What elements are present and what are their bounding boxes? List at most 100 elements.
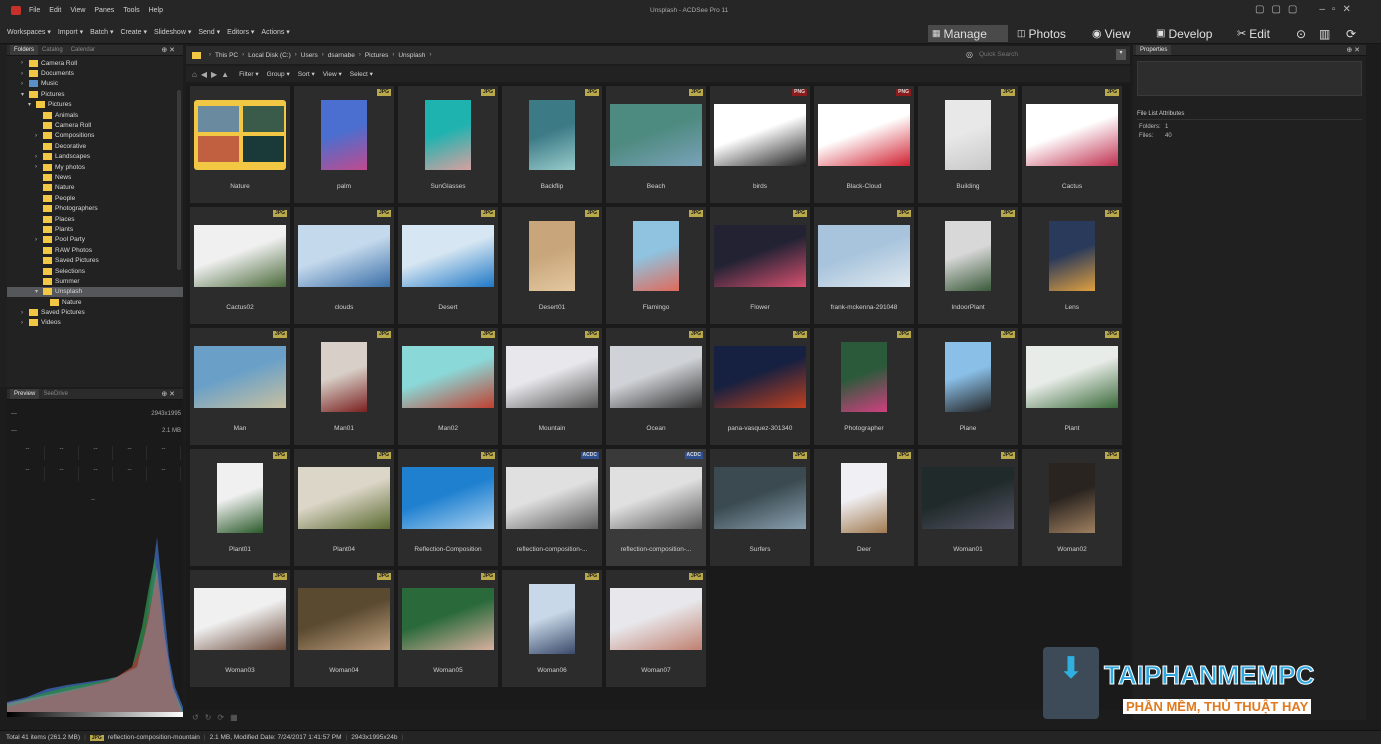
expand-icon[interactable]: ▾ <box>35 288 43 295</box>
thumbnail-item[interactable]: JPG Plant <box>1021 327 1123 446</box>
thumbnail-item[interactable]: JPG Woman04 <box>293 569 395 688</box>
expand-icon[interactable]: › <box>21 310 29 316</box>
thumbnail-item[interactable]: JPG Plant01 <box>189 448 291 567</box>
thumbnail-item[interactable]: JPG Plane <box>917 327 1019 446</box>
sync-icon[interactable]: ⟳ <box>1342 25 1360 42</box>
folder-tree-item[interactable]: › Pool Party <box>7 235 183 245</box>
thumbnail-item[interactable]: JPG Man <box>189 327 291 446</box>
thumbnail-item[interactable]: JPG clouds <box>293 206 395 325</box>
folder-tree-item[interactable]: › Documents <box>7 68 183 78</box>
folder-tree-item[interactable]: Animals <box>7 110 183 120</box>
menu-item-help[interactable]: Help <box>149 7 163 14</box>
expand-icon[interactable]: › <box>35 237 43 243</box>
thumbnail-item[interactable]: JPG Lens <box>1021 206 1123 325</box>
menu-item-edit[interactable]: Edit <box>49 7 61 14</box>
thumbnail-item[interactable]: JPG Desert <box>397 206 499 325</box>
thumbnail-item[interactable]: PNG Black-Cloud <box>813 85 915 204</box>
folder-tree-item[interactable]: Decorative <box>7 141 183 151</box>
breadcrumb-item[interactable]: Unsplash <box>398 52 425 59</box>
view-mode-icon[interactable]: ▦ <box>230 713 238 722</box>
expand-icon[interactable]: › <box>35 133 43 139</box>
thumbnail-item[interactable]: JPG Ocean <box>605 327 707 446</box>
menu-item-panes[interactable]: Panes <box>94 7 114 14</box>
toolbar-item[interactable]: Slideshow ▾ <box>154 28 191 36</box>
stats-icon[interactable]: ▥ <box>1315 25 1334 42</box>
thumbnail-item[interactable]: JPG Plant04 <box>293 448 395 567</box>
thumbnail-item[interactable]: JPG frank-mckenna-291048 <box>813 206 915 325</box>
folder-tree-item[interactable]: People <box>7 193 183 203</box>
tab-seedrive[interactable]: SeeDrive <box>39 389 72 399</box>
thumbnail-item[interactable]: JPG IndoorPlant <box>917 206 1019 325</box>
search-input[interactable] <box>978 49 1099 60</box>
breadcrumb-item[interactable]: Users <box>301 52 318 59</box>
breadcrumb-item[interactable]: Pictures <box>365 52 388 59</box>
mode-photos[interactable]: ◫ Photos <box>1013 25 1070 42</box>
breadcrumb-item[interactable]: Local Disk (C:) <box>248 52 291 59</box>
pin-icon[interactable]: ⊕ ✕ <box>161 390 175 398</box>
thumbnail-item[interactable]: JPG Woman05 <box>397 569 499 688</box>
toolbar-item[interactable]: Import ▾ <box>58 28 83 36</box>
thumbnail-item[interactable]: JPG palm <box>293 85 395 204</box>
refresh-icon[interactable]: ⟳ <box>217 713 224 722</box>
filter-menu-item[interactable]: Group ▾ <box>267 70 290 78</box>
folder-tree-item[interactable]: Saved Pictures <box>7 255 183 265</box>
menu-item-view[interactable]: View <box>70 7 85 14</box>
thumbnail-item[interactable]: JPG Building <box>917 85 1019 204</box>
maximize-icon[interactable]: ▫ <box>1332 4 1336 15</box>
thumbnail-item[interactable]: JPG Mountain <box>501 327 603 446</box>
thumbnail-item[interactable]: JPG Backflip <box>501 85 603 204</box>
thumbnail-item[interactable]: JPG SunGlasses <box>397 85 499 204</box>
folder-tree-item[interactable]: › Music <box>7 79 183 89</box>
home-icon[interactable]: ⌂ <box>192 70 197 79</box>
expand-icon[interactable]: › <box>21 71 29 77</box>
filter-menu-item[interactable]: View ▾ <box>323 70 342 78</box>
toolbar-item[interactable]: Batch ▾ <box>90 28 113 36</box>
menu-item-tools[interactable]: Tools <box>123 7 139 14</box>
filter-menu-item[interactable]: Sort ▾ <box>298 70 315 78</box>
up-icon[interactable]: ▲ <box>221 70 229 79</box>
thumbnail-item[interactable]: Nature <box>189 85 291 204</box>
folder-tree-item[interactable]: Camera Roll <box>7 120 183 130</box>
thumbnail-item[interactable]: JPG Cactus02 <box>189 206 291 325</box>
folder-tree-item[interactable]: › Videos <box>7 318 183 328</box>
thumbnail-item[interactable]: JPG Woman01 <box>917 448 1019 567</box>
folder-tree-item[interactable]: Places <box>7 214 183 224</box>
thumbnail-item[interactable]: JPG Woman07 <box>605 569 707 688</box>
thumbnail-item[interactable]: JPG pana-vasquez-301340 <box>709 327 811 446</box>
folder-tree-item[interactable]: ▾ Unsplash <box>7 286 183 297</box>
expand-icon[interactable]: › <box>21 60 29 66</box>
thumbnail-item[interactable]: PNG birds <box>709 85 811 204</box>
tab-folders[interactable]: Folders <box>10 45 39 55</box>
folder-tree-item[interactable]: ▾ Pictures <box>7 89 183 99</box>
rotate-right-icon[interactable]: ↻ <box>205 713 212 722</box>
thumbnail-item[interactable]: JPG Reflection-Composition <box>397 448 499 567</box>
breadcrumb-item[interactable]: dsarnabe <box>328 52 355 59</box>
thumbnail-item[interactable]: JPG Woman03 <box>189 569 291 688</box>
back-icon[interactable]: ◀ <box>201 70 207 79</box>
folder-tree-item[interactable]: News <box>7 172 183 182</box>
folder-tree-item[interactable]: Selections <box>7 266 183 276</box>
mode-edit[interactable]: ✂ Edit <box>1233 25 1274 42</box>
toolbar-item[interactable]: Workspaces ▾ <box>7 28 51 36</box>
folder-tree-scrollbar[interactable] <box>177 90 181 270</box>
thumbnail-item[interactable]: JPG Beach <box>605 85 707 204</box>
layout2-icon[interactable]: ▢ <box>1271 4 1280 15</box>
folder-tree-item[interactable]: RAW Photos <box>7 245 183 255</box>
thumbnail-item[interactable]: JPG Desert01 <box>501 206 603 325</box>
thumbnail-item[interactable]: JPG Man01 <box>293 327 395 446</box>
toolbar-item[interactable]: Create ▾ <box>121 28 147 36</box>
breadcrumb-item[interactable]: This PC <box>215 52 238 59</box>
thumbnail-item[interactable]: JPG Woman02 <box>1021 448 1123 567</box>
expand-icon[interactable]: › <box>21 81 29 87</box>
filter-menu-item[interactable]: Select ▾ <box>350 70 373 78</box>
thumbnail-item[interactable]: ACDC reflection-composition-... <box>605 448 707 567</box>
toolbar-item[interactable]: Actions ▾ <box>261 28 289 36</box>
tab-preview[interactable]: Preview <box>10 389 40 399</box>
folder-tree-item[interactable]: › Camera Roll <box>7 58 183 68</box>
pin-icon[interactable]: ⊕ ✕ <box>161 46 175 54</box>
folder-tree-item[interactable]: ▾ Pictures <box>7 100 183 110</box>
tab-catalog[interactable]: Catalog <box>38 45 67 55</box>
thumbnail-item[interactable]: JPG Man02 <box>397 327 499 446</box>
folder-tree-item[interactable]: Plants <box>7 224 183 234</box>
mode-develop[interactable]: ▣ Develop <box>1152 25 1216 42</box>
